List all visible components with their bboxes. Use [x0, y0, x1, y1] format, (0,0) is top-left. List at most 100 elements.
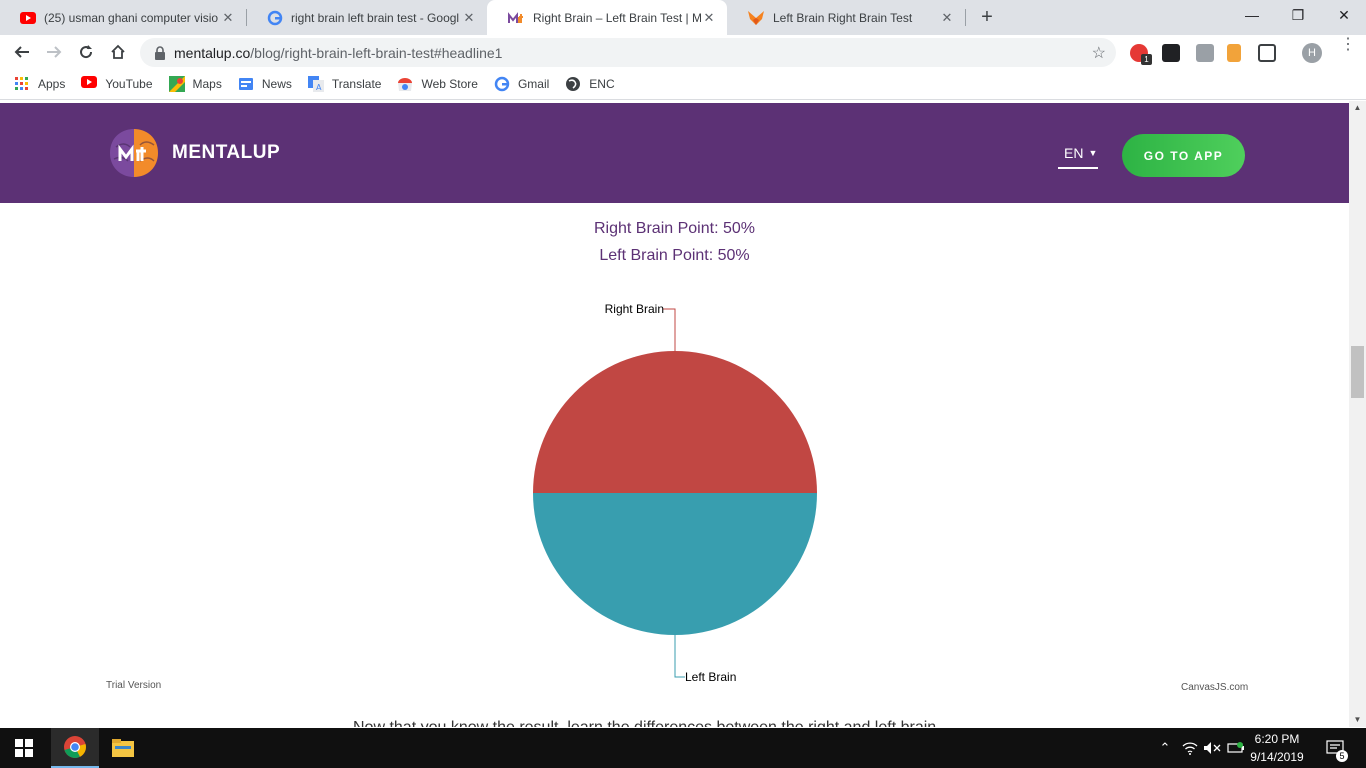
pie-slice-right-brain: [533, 351, 817, 493]
address-bar[interactable]: mentalup.co/blog/right-brain-left-brain-…: [140, 38, 1116, 67]
extension-glasses-icon[interactable]: [1162, 44, 1180, 62]
article-paragraph-cut: Now that you know the result, learn the …: [353, 719, 941, 727]
tab-title: (25) usman ghani computer visio: [44, 10, 219, 25]
forward-arrow-icon: [47, 46, 62, 58]
close-icon[interactable]: ✕: [701, 10, 717, 26]
leader-line-right-brain: [663, 308, 676, 351]
bookmarks-bar: Apps YouTube Maps News A Translate Web S…: [0, 69, 1366, 100]
news-icon: [238, 78, 253, 90]
bookmark-translate[interactable]: A Translate: [307, 76, 382, 92]
more-menu-icon[interactable]: ⋮: [1340, 37, 1356, 53]
trial-version-watermark: Trial Version: [106, 680, 162, 691]
browser-toolbar: mentalup.co/blog/right-brain-left-brain-…: [0, 35, 1366, 69]
youtube-icon: [81, 76, 98, 88]
globe-icon: [566, 77, 581, 91]
bookmark-label: Maps: [192, 77, 222, 91]
bookmark-maps[interactable]: Maps: [168, 76, 222, 92]
scroll-down-arrow-icon[interactable]: ▼: [1349, 713, 1366, 727]
canvasjs-credit-link[interactable]: CanvasJS.com: [1181, 682, 1248, 693]
tab-mentalup-active[interactable]: Right Brain – Left Brain Test | Me ✕: [487, 0, 727, 35]
bookmark-news[interactable]: News: [238, 76, 292, 92]
restore-button[interactable]: ❐: [1275, 0, 1321, 30]
leader-line-left-brain: [674, 635, 685, 678]
chevron-up-icon[interactable]: ⌃: [1156, 728, 1174, 768]
bookmark-web-store[interactable]: Web Store: [397, 76, 478, 92]
tab-title: right brain left brain test - Googl: [291, 10, 460, 25]
chrome-icon: [64, 736, 86, 758]
windows-taskbar: ⌃ 6:20 PM 9/14/2019 5: [0, 728, 1366, 768]
close-icon[interactable]: ✕: [461, 10, 477, 26]
wifi-icon[interactable]: [1180, 728, 1200, 768]
bookmark-label: Apps: [38, 77, 66, 91]
forward-button[interactable]: [40, 38, 68, 66]
action-center-button[interactable]: [1320, 728, 1350, 768]
google-icon: [267, 10, 283, 25]
home-button[interactable]: [104, 38, 132, 66]
notification-count-badge: 5: [1336, 750, 1348, 762]
page-viewport: MENTALUP EN ▼ GO TO APP Right Brain Poin…: [0, 101, 1349, 727]
reload-icon: [80, 45, 93, 59]
extension-tool-icon[interactable]: [1196, 44, 1214, 62]
apps-grid-icon: [15, 77, 28, 90]
clock-time: 6:20 PM: [1254, 732, 1300, 746]
youtube-icon: [20, 11, 36, 24]
close-icon[interactable]: ✕: [220, 10, 236, 26]
tab-separator: [965, 9, 966, 26]
svg-text:A: A: [316, 83, 322, 92]
bookmark-star-icon[interactable]: ☆: [1092, 43, 1106, 63]
pie-slice-left-brain: [533, 493, 817, 635]
tab-youtube[interactable]: (25) usman ghani computer visio ✕: [0, 0, 246, 35]
home-icon: [111, 44, 125, 59]
bookmark-label: YouTube: [105, 77, 153, 91]
bookmark-apps[interactable]: Apps: [14, 76, 65, 92]
volume-muted-icon[interactable]: [1202, 728, 1222, 768]
taskbar-file-explorer[interactable]: [99, 728, 147, 768]
translate-icon: A: [307, 76, 324, 92]
bookmark-youtube[interactable]: YouTube: [81, 76, 153, 92]
google-icon: [494, 76, 510, 92]
windows-logo-icon: [15, 739, 33, 757]
minimize-button[interactable]: —: [1229, 0, 1275, 30]
back-arrow-icon: [14, 46, 29, 58]
system-clock[interactable]: 6:20 PM 9/14/2019: [1248, 730, 1306, 766]
tab-left-right-test[interactable]: Left Brain Right Brain Test ✕: [727, 0, 965, 35]
url-host: mentalup.co: [174, 44, 251, 61]
speaker-muted-icon: [1204, 742, 1221, 754]
bookmark-label: Web Store: [421, 77, 478, 91]
back-button[interactable]: [8, 38, 36, 66]
scroll-thumb[interactable]: [1351, 346, 1364, 398]
pie-chart: Right Brain Left Brain: [533, 302, 817, 684]
start-button[interactable]: [0, 728, 48, 768]
profile-avatar[interactable]: H: [1302, 43, 1322, 63]
tab-title: Right Brain – Left Brain Test | Me: [533, 10, 701, 25]
lock-icon: [155, 45, 165, 60]
taskbar-chrome[interactable]: [51, 728, 99, 768]
folder-icon: [112, 739, 134, 757]
bookmark-label: Translate: [331, 77, 382, 91]
extension-hammer-icon[interactable]: [1227, 44, 1241, 62]
close-icon[interactable]: ✕: [939, 10, 955, 26]
battery-charging-icon: [1227, 742, 1244, 753]
page-scrollbar[interactable]: ▲ ▼: [1349, 101, 1366, 727]
scroll-up-arrow-icon[interactable]: ▲: [1349, 101, 1366, 115]
tab-strip: (25) usman ghani computer visio ✕ right …: [0, 0, 1366, 35]
reload-button[interactable]: [72, 38, 100, 66]
close-window-button[interactable]: ✕: [1321, 0, 1366, 30]
maps-icon: [168, 76, 185, 92]
bookmark-enc[interactable]: ENC: [565, 76, 615, 92]
tab-google-search[interactable]: right brain left brain test - Googl ✕: [247, 0, 487, 35]
web-store-icon: [398, 78, 413, 91]
battery-icon[interactable]: [1226, 728, 1246, 768]
pie-label-right-brain: Right Brain: [605, 302, 664, 316]
firefox-fox-icon: [748, 10, 764, 25]
extension-puzzle-icon[interactable]: [1258, 44, 1276, 62]
pie-label-left-brain: Left Brain: [685, 670, 736, 684]
wifi-signal-icon: [1182, 742, 1198, 755]
bookmark-gmail[interactable]: Gmail: [494, 76, 549, 92]
new-tab-button[interactable]: +: [976, 6, 998, 28]
url-path: /blog/right-brain-left-brain-test#headli…: [250, 44, 503, 61]
mentalup-icon: [508, 11, 523, 23]
bookmark-label: ENC: [589, 77, 615, 91]
clock-date: 9/14/2019: [1250, 750, 1304, 764]
extension-badge: 1: [1141, 54, 1152, 65]
